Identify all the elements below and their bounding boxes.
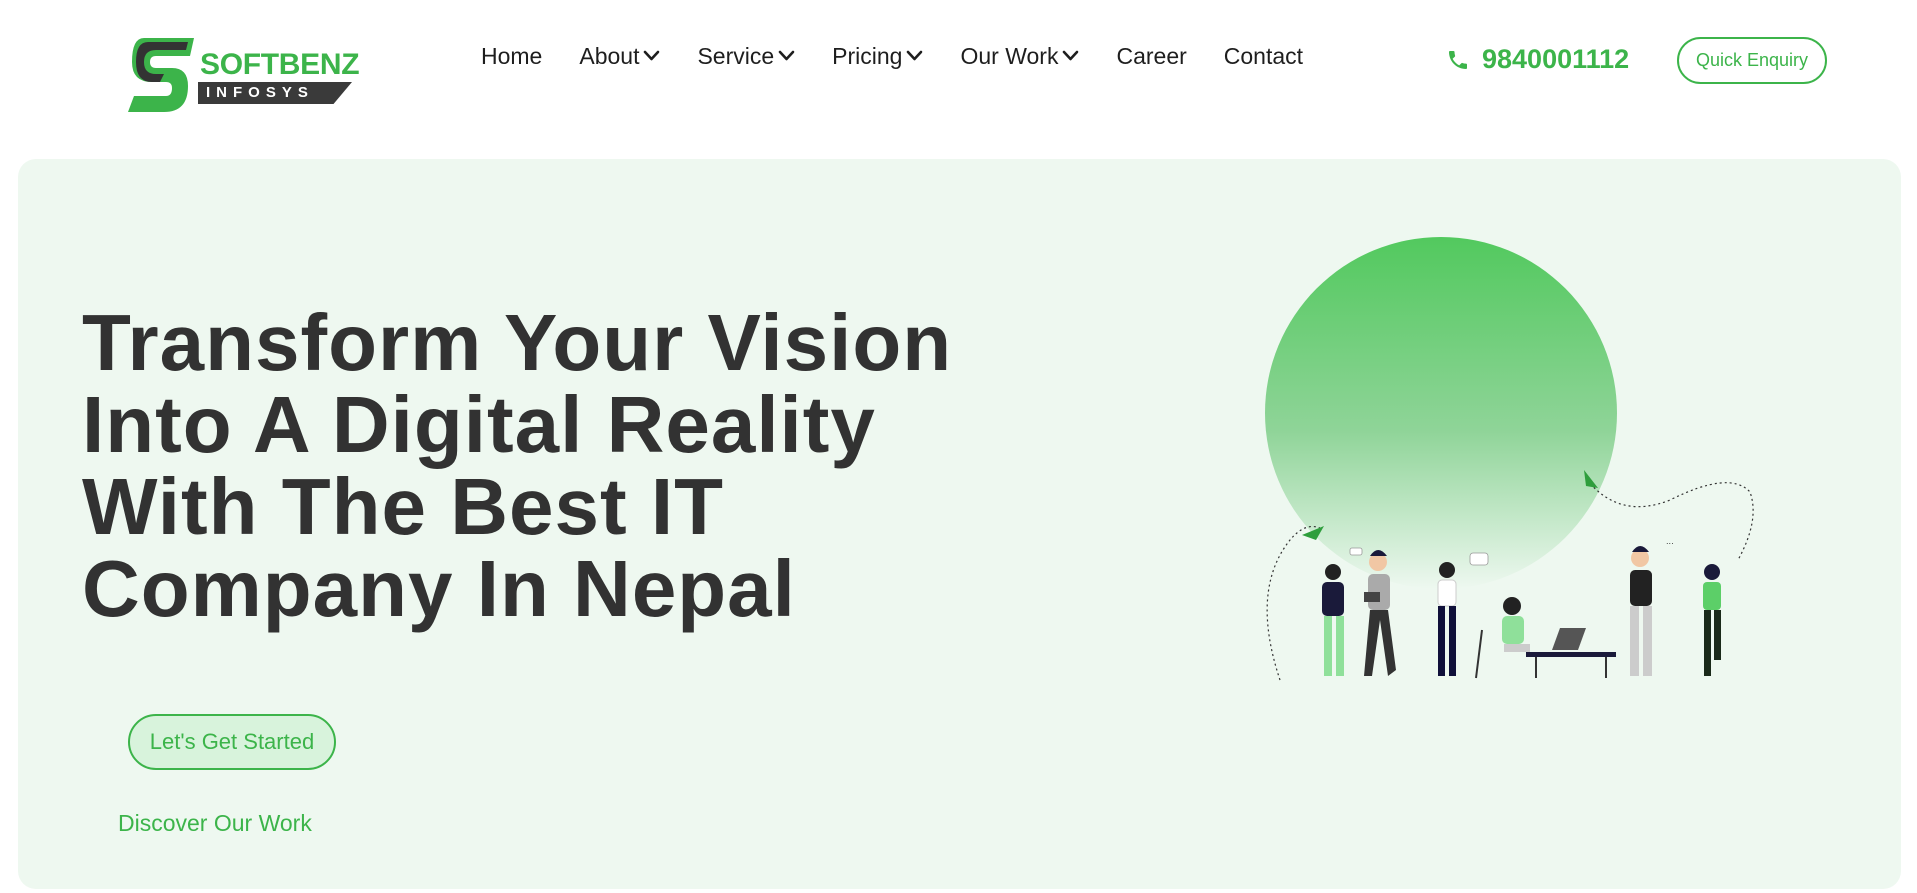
phone-link[interactable]: 9840001112	[1446, 44, 1629, 75]
nav-item-service[interactable]: Service	[697, 40, 795, 72]
site-header: SOFTBENZ INFOSYS Home About Service Pric…	[0, 0, 1917, 130]
nav-item-career[interactable]: Career	[1116, 40, 1186, 72]
discover-work-link[interactable]: Discover Our Work	[118, 810, 312, 837]
phone-number: 9840001112	[1482, 44, 1630, 74]
headline-line: With The Best IT	[82, 462, 724, 551]
logo-subtitle: INFOSYS	[206, 84, 314, 101]
phone-icon	[1449, 50, 1467, 69]
headline-line: Company In Nepal	[82, 544, 796, 633]
nav-item-our-work[interactable]: Our Work	[960, 40, 1079, 72]
nav-item-home[interactable]: Home	[481, 40, 542, 72]
nav-item-label: Home	[481, 42, 543, 69]
team-collaboration-illustration: ...	[1260, 230, 1760, 720]
logo-wordmark: SOFTBENZ	[200, 48, 360, 81]
svg-text:...: ...	[1666, 537, 1674, 546]
softbenz-logo[interactable]: SOFTBENZ INFOSYS	[126, 34, 360, 116]
nav-item-label: Pricing	[832, 42, 903, 69]
nav-item-label: Career	[1116, 42, 1187, 69]
headline-line: Transform Your Vision	[82, 298, 953, 387]
nav-item-contact[interactable]: Contact	[1224, 40, 1303, 72]
nav-item-pricing[interactable]: Pricing	[832, 40, 923, 72]
chevron-down-icon	[1063, 50, 1079, 61]
chevron-down-icon	[644, 50, 660, 61]
chevron-down-icon	[907, 50, 923, 61]
nav-item-label: Service	[697, 42, 775, 69]
quick-enquiry-button[interactable]: Quick Enquiry	[1677, 37, 1827, 84]
get-started-button[interactable]: Let's Get Started	[128, 714, 336, 770]
nav-item-label: About	[579, 42, 640, 69]
nav-item-label: Contact	[1223, 42, 1304, 69]
chevron-down-icon	[778, 50, 795, 61]
nav-item-about[interactable]: About	[579, 40, 660, 72]
headline-line: Into A Digital Reality	[82, 380, 876, 469]
logo-s-mark-icon	[128, 38, 194, 112]
main-nav: Home About Service Pricing Our Work Care…	[481, 40, 1340, 72]
nav-item-label: Our Work	[960, 42, 1059, 69]
hero-headline: Transform Your Vision Into A Digital Rea…	[82, 302, 982, 630]
